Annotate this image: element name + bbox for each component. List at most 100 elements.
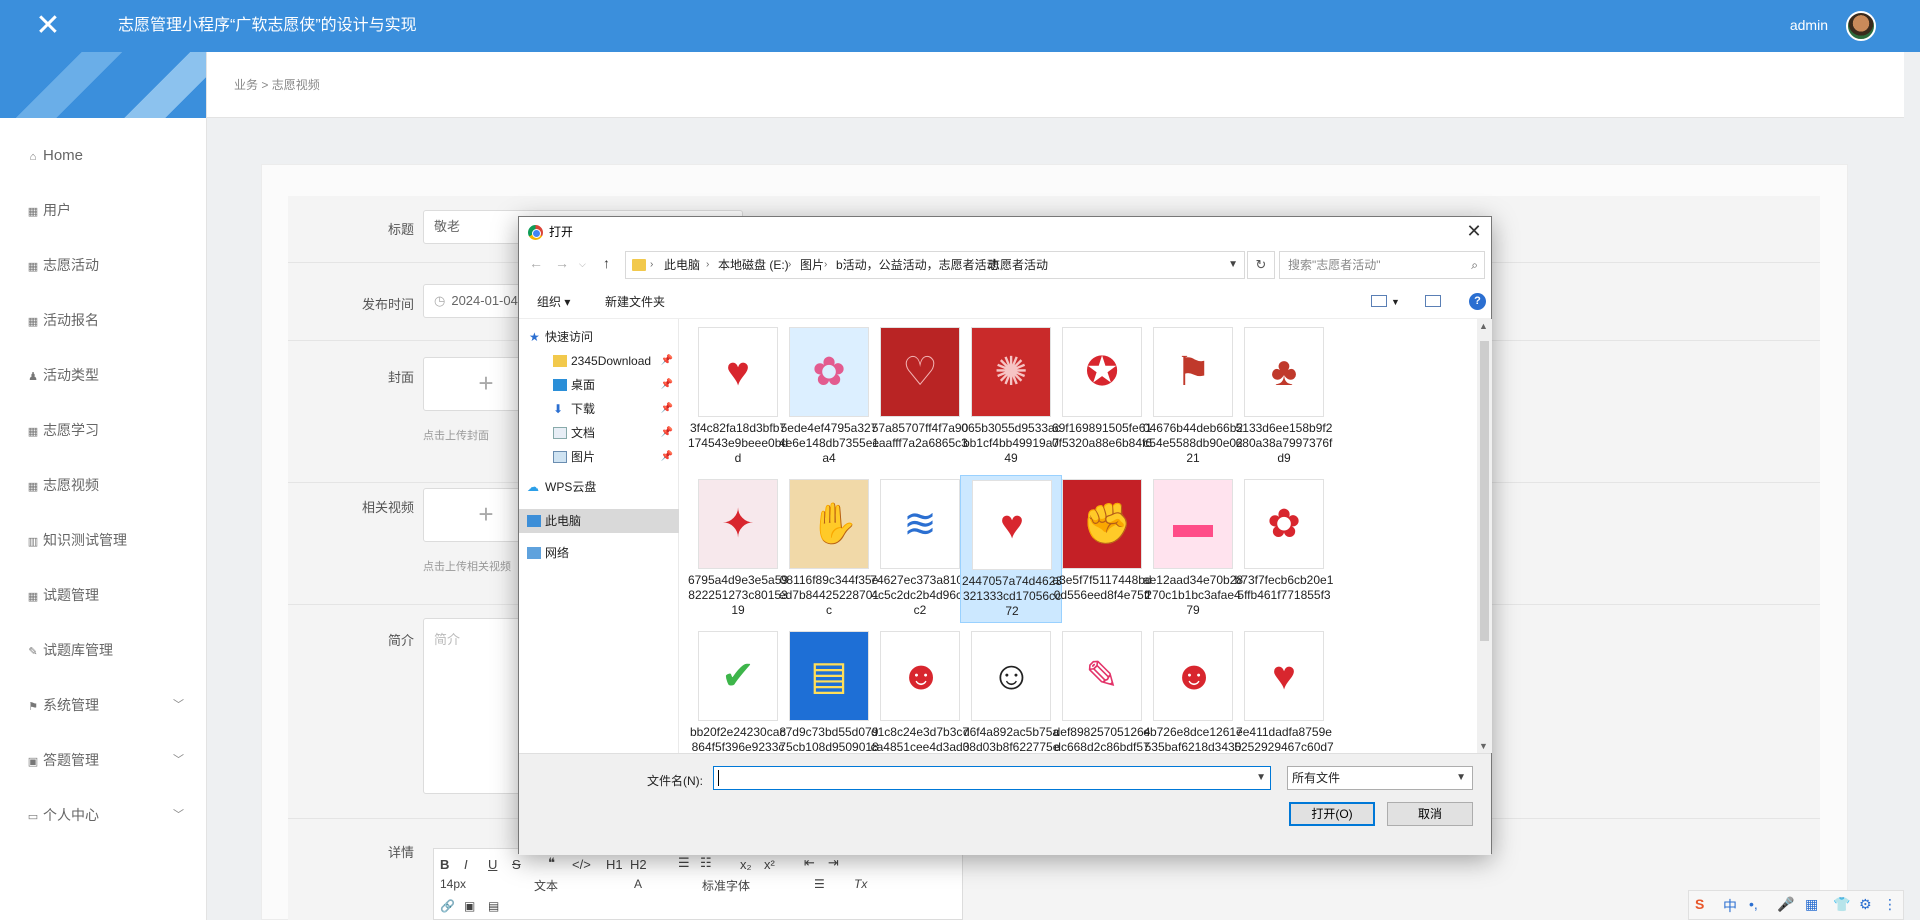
cancel-button[interactable]: 取消 [1387, 802, 1473, 826]
sidebar-item-profile[interactable]: ▭ 个人中心 ﹀ [0, 788, 206, 843]
avatar[interactable] [1846, 11, 1876, 41]
chevron-down-icon[interactable]: ▼ [1391, 285, 1400, 319]
open-button[interactable]: 打开(O) [1289, 802, 1375, 826]
nav-item-2345download[interactable]: 2345Download 📌 [519, 349, 679, 373]
underline-button[interactable]: U [488, 857, 497, 872]
image-icon[interactable]: ▣ [464, 899, 475, 913]
file-list-scrollbar[interactable]: ▲ ▼ [1477, 319, 1492, 753]
sidebar-item-quiz[interactable]: ▥ 知识测试管理 [0, 513, 206, 568]
sidebar-item-questions[interactable]: ▦ 试题管理 [0, 568, 206, 623]
file-tile[interactable]: ♡ 57a85707ff4f7a901aafff7a2a6865c3 [869, 323, 971, 471]
file-tile[interactable]: ✊ a3e5f7f5117448bd0d556eed8f4e75ff [1051, 475, 1153, 623]
file-tile[interactable]: ♣ 5133d6ee158b9f2680a38a7997376fd9 [1233, 323, 1335, 471]
link-icon[interactable]: 🔗 [440, 899, 455, 913]
path-segment[interactable]: b活动，公益活动，志愿者活动 [836, 252, 999, 278]
username[interactable]: admin [1790, 0, 1828, 50]
file-tile[interactable]: ▬ ae12aad34e70b28270c1b1bc3afae479 [1142, 475, 1244, 623]
file-tile[interactable]: ≋ 74627ec373a81004c5c2dc2b4d96cec2 [869, 475, 971, 623]
nav-quick-access[interactable]: ★ 快速访问 [519, 325, 679, 349]
file-tile[interactable]: ✺ 065b3055d9533acbb1cf4bb49919a749 [960, 323, 1062, 471]
file-tile[interactable]: ☺ d6f4a892ac5b75a38d03b8f622775ed0 [960, 627, 1062, 753]
nav-item-downloads[interactable]: ⬇ 下载 📌 [519, 397, 679, 421]
file-tile[interactable]: ♥ 2447057a74d4623321333cd17056cc72 [960, 475, 1062, 623]
h1-button[interactable]: H1 [606, 857, 623, 872]
path-segment[interactable]: 本地磁盘 (E:) [718, 252, 789, 278]
file-tile[interactable]: ♥ ee411dadfa8759e5252929467c60d7 [1233, 627, 1335, 753]
scroll-up-icon[interactable]: ▲ [1479, 321, 1488, 331]
chevron-down-icon[interactable]: ▼ [1228, 252, 1238, 278]
ordered-list-button[interactable]: ☰ [678, 855, 690, 871]
ime-toolbar[interactable]: S 中 •, 🎤 ▦ 👕 ⚙ ⋮ [1688, 890, 1904, 920]
font-size-select[interactable]: 14px [440, 877, 466, 891]
file-tile[interactable]: ⚑ 04676b44deb66b2c54e5588db90e0221 [1142, 323, 1244, 471]
subscript-button[interactable]: x₂ [740, 857, 752, 872]
file-tile[interactable]: ☻ eb726e8dce12617535baf6218d3430 [1142, 627, 1244, 753]
sidebar-item-videos[interactable]: ▦ 志愿视频 [0, 458, 206, 513]
chevron-down-icon[interactable]: ▼ [1256, 767, 1266, 789]
nav-this-pc[interactable]: 此电脑 [519, 509, 679, 533]
nav-wps-cloud[interactable]: ☁ WPS云盘 [519, 475, 679, 499]
breadcrumb-root[interactable]: 业务 [234, 78, 258, 92]
sidebar-item-signups[interactable]: ▦ 活动报名 [0, 293, 206, 348]
mic-icon[interactable]: 🎤 [1777, 896, 1794, 913]
view-options-icon[interactable] [1371, 295, 1387, 307]
search-input[interactable]: 搜索"志愿者活动" ⌕ [1279, 251, 1485, 279]
filetype-select[interactable]: 所有文件 ▼ [1287, 766, 1473, 790]
rich-text-editor[interactable]: B I U S ❝ </> H1 H2 ☰ ☷ x₂ x² ⇤ ⇥ 14px 文… [433, 848, 963, 920]
outdent-button[interactable]: ⇤ [804, 855, 815, 871]
file-tile[interactable]: ✋ 08116f89c344f35eed7b84425228701c [778, 475, 880, 623]
clear-format-button[interactable]: Tx [854, 877, 867, 891]
keyboard-icon[interactable]: ▦ [1805, 896, 1818, 913]
file-tile[interactable]: ✪ 69f169891505fe610f5320a88e6b84f6 [1051, 323, 1153, 471]
back-arrow-icon[interactable]: ← [529, 255, 543, 271]
address-bar[interactable]: › 此电脑 › 本地磁盘 (E:) › 图片 › b活动，公益活动，志愿者活动 … [625, 251, 1245, 279]
align-button[interactable]: ☰ [814, 877, 825, 891]
organize-button[interactable]: 组织 ▾ [537, 285, 570, 319]
new-folder-button[interactable]: 新建文件夹 [605, 285, 665, 319]
help-icon[interactable]: ? [1469, 293, 1486, 310]
bold-button[interactable]: B [440, 857, 449, 872]
nav-network[interactable]: 网络 [519, 541, 679, 565]
quote-button[interactable]: ❝ [548, 855, 555, 871]
italic-button[interactable]: I [464, 857, 468, 872]
scroll-down-icon[interactable]: ▼ [1479, 741, 1488, 751]
path-segment[interactable]: 图片 [800, 252, 824, 278]
superscript-button[interactable]: x² [764, 857, 775, 872]
sidebar-item-users[interactable]: ▦ 用户 [0, 183, 206, 238]
filename-input[interactable]: ▼ [713, 766, 1271, 790]
sidebar-item-answers[interactable]: ▣ 答题管理 ﹀ [0, 733, 206, 788]
font-family-select[interactable]: 标准字体 [702, 877, 750, 894]
code-button[interactable]: </> [572, 857, 591, 872]
menu-icon[interactable]: ⋮ [1883, 896, 1897, 913]
font-color-button[interactable]: A [634, 877, 642, 891]
nav-item-pictures[interactable]: 图片 📌 [519, 445, 679, 469]
recent-dropdown-icon[interactable]: ⌵ [579, 259, 586, 270]
sidebar-item-learning[interactable]: ▦ 志愿学习 [0, 403, 206, 458]
nav-item-desktop[interactable]: 桌面 📌 [519, 373, 679, 397]
sidebar-item-question-bank[interactable]: ✎ 试题库管理 [0, 623, 206, 678]
file-tile[interactable]: ♥ 3f4c82fa18d3bfb7174543e9beee0bdd [687, 323, 789, 471]
forward-arrow-icon[interactable]: → [555, 255, 569, 271]
path-segment[interactable]: 志愿者活动 [988, 252, 1048, 278]
video-icon[interactable]: ▤ [488, 899, 499, 913]
path-segment[interactable]: 此电脑 [664, 252, 700, 278]
tool-icon[interactable]: ⚙ [1859, 896, 1872, 913]
bullet-list-button[interactable]: ☷ [700, 855, 712, 871]
file-tile[interactable]: ✎ def898257051264dc668d2c86bdf571 [1051, 627, 1153, 753]
file-tile[interactable]: ▤ c7d9c73bd55d07975cb108d95090185 [778, 627, 880, 753]
file-tile[interactable]: ✿ 5ede4ef4795a3274e6e148db7355eea4 [778, 323, 880, 471]
scrollbar-thumb[interactable] [1480, 341, 1489, 641]
sidebar-item-system[interactable]: ⚑ 系统管理 ﹀ [0, 678, 206, 733]
file-tile[interactable]: ☻ d1c8c24e3d7b3c7ca4851cee4d3ad0f [869, 627, 971, 753]
sidebar-item-home[interactable]: ⌂ Home [0, 118, 206, 183]
preview-pane-icon[interactable] [1425, 295, 1441, 307]
indent-button[interactable]: ⇥ [828, 855, 839, 871]
dialog-close-button[interactable]: ✕ [1463, 217, 1485, 245]
nav-item-documents[interactable]: 文档 📌 [519, 421, 679, 445]
skin-icon[interactable]: 👕 [1833, 896, 1850, 913]
file-tile[interactable]: ✔ bb20f2e24230ca8864f5f396e9233c [687, 627, 789, 753]
file-tile[interactable]: ✿ b73f7fecb6cb20e15ffb461f771855f3 [1233, 475, 1335, 623]
punctuation-icon[interactable]: •, [1749, 896, 1758, 912]
strike-button[interactable]: S [512, 857, 521, 872]
file-tile[interactable]: ✦ 6795a4d9e3e5a59822251273c8015319 [687, 475, 789, 623]
